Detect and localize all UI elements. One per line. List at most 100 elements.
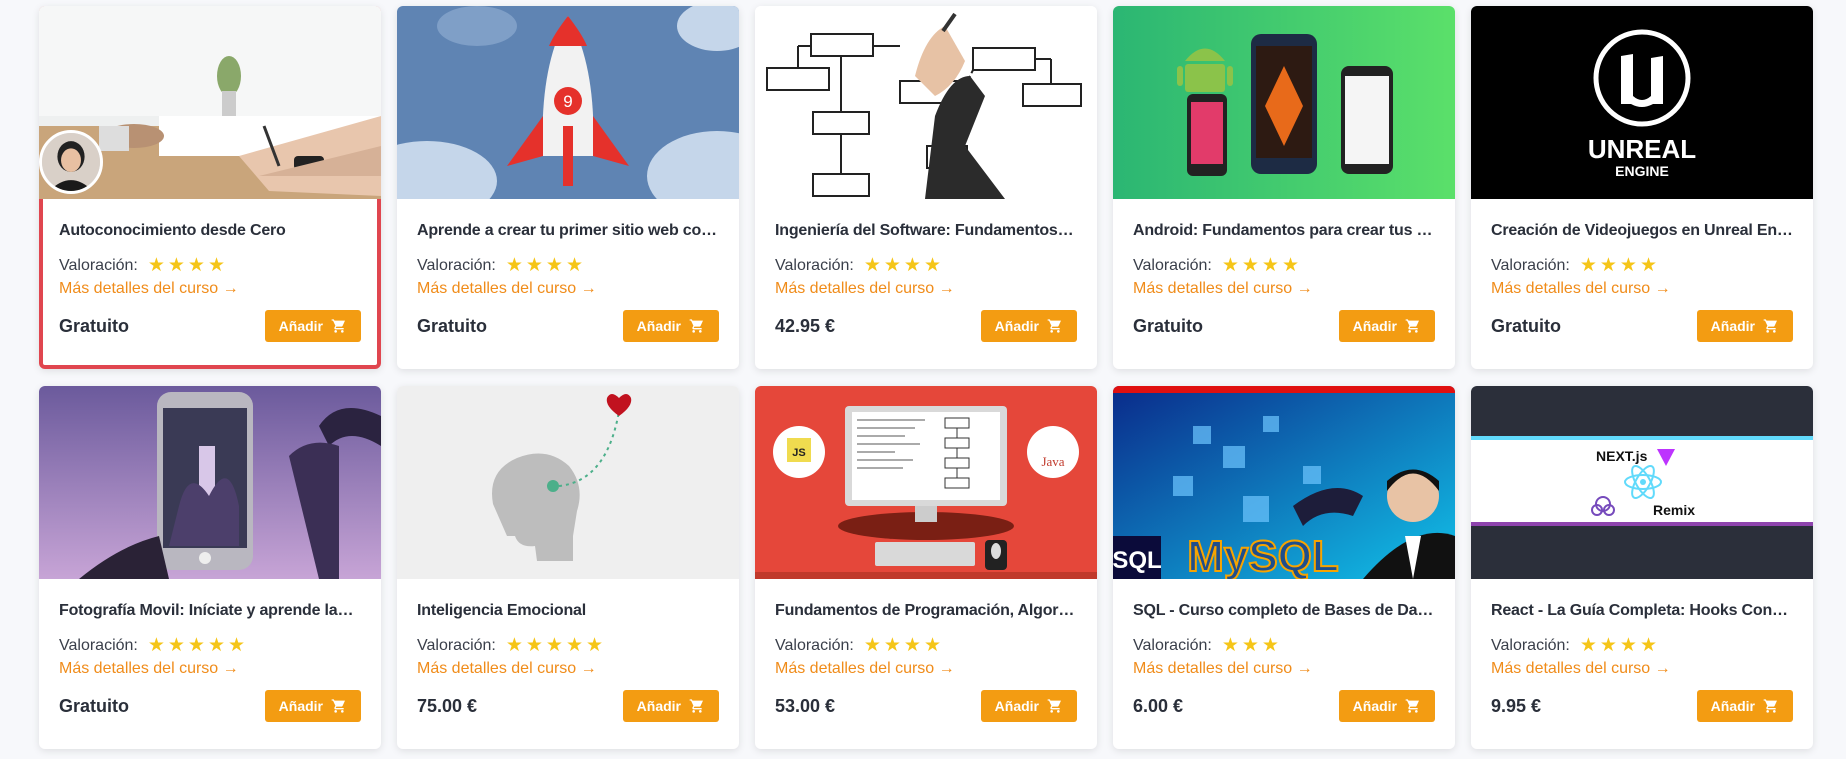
course-price: 53.00 €	[775, 695, 836, 716]
course-thumbnail[interactable]	[39, 386, 381, 579]
course-details-link[interactable]: Más detalles del curso →	[1491, 280, 1793, 298]
rating-stars: ★★★★	[863, 635, 944, 656]
cart-icon	[689, 319, 703, 333]
course-thumbnail[interactable]: JS Java	[755, 386, 1097, 579]
course-thumbnail[interactable]: NEXT.js Remix	[1471, 386, 1813, 579]
rating-row: Valoración: ★★★★	[59, 254, 361, 277]
course-price: Gratuito	[1133, 315, 1203, 336]
course-details-link[interactable]: Más detalles del curso →	[1133, 280, 1435, 298]
course-thumbnail[interactable]	[39, 6, 381, 199]
course-card[interactable]: Ingeniería del Software: Fundamentos de …	[755, 6, 1097, 369]
course-details-link[interactable]: Más detalles del curso →	[775, 280, 1077, 298]
rating-stars: ★★★★	[1579, 255, 1660, 276]
add-button-label: Añadir	[994, 698, 1039, 714]
course-title[interactable]: Fotografía Movil: Iníciate y aprende las…	[59, 602, 361, 620]
add-to-cart-button[interactable]: Añadir	[264, 690, 361, 722]
course-thumbnail[interactable]: SQL MySQL	[1113, 386, 1455, 579]
add-button-label: Añadir	[636, 698, 681, 714]
add-button-label: Añadir	[1710, 318, 1755, 334]
course-card[interactable]: Android: Fundamentos para crear tus prim…	[1113, 6, 1455, 369]
course-title[interactable]: Inteligencia Emocional	[417, 602, 719, 620]
rating-label: Valoración:	[1133, 636, 1212, 654]
course-thumbnail[interactable]	[397, 386, 739, 579]
mobile-photography-image	[39, 386, 381, 579]
course-thumbnail[interactable]: 9	[397, 6, 739, 199]
java-badge-icon	[1027, 426, 1079, 478]
course-grid: Autoconocimiento desde Cero Valoración: …	[39, 6, 1815, 749]
add-to-cart-button[interactable]: Añadir	[980, 690, 1077, 722]
course-price: Gratuito	[59, 695, 129, 716]
unreal-engine-image: UNREAL ENGINE	[1471, 6, 1813, 199]
course-details-link[interactable]: Más detalles del curso →	[417, 660, 719, 678]
rating-stars: ★★★★★	[147, 635, 249, 656]
rating-row: Valoración: ★★★★	[417, 254, 719, 277]
rating-label: Valoración:	[1491, 636, 1570, 654]
rating-stars: ★★★	[1221, 635, 1282, 656]
course-title[interactable]: Ingeniería del Software: Fundamentos de …	[775, 222, 1077, 240]
course-title[interactable]: Android: Fundamentos para crear tus prim…	[1133, 222, 1435, 240]
add-to-cart-button[interactable]: Añadir	[1338, 310, 1435, 342]
course-details-link[interactable]: Más detalles del curso →	[59, 660, 361, 678]
add-to-cart-button[interactable]: Añadir	[1696, 690, 1793, 722]
mysql-course-image: SQL MySQL	[1113, 386, 1455, 579]
course-card[interactable]: Fotografía Movil: Iníciate y aprende las…	[39, 386, 381, 749]
add-to-cart-button[interactable]: Añadir	[622, 310, 719, 342]
course-title[interactable]: Autoconocimiento desde Cero	[59, 222, 361, 240]
course-thumbnail[interactable]	[755, 6, 1097, 199]
cart-icon	[1763, 699, 1777, 713]
course-title[interactable]: Fundamentos de Programación, Algoritmo..…	[775, 602, 1077, 620]
course-price: 6.00 €	[1133, 695, 1184, 716]
android-phones-image	[1113, 6, 1455, 199]
rating-row: Valoración: ★★★★	[1491, 634, 1793, 657]
course-card[interactable]: JS Java Fundamentos de Programación, Alg…	[755, 386, 1097, 749]
course-details-link[interactable]: Más detalles del curso →	[1133, 660, 1435, 678]
course-card[interactable]: NEXT.js Remix React - La Guía Completa: …	[1471, 386, 1813, 749]
unreal-bottom-text: ENGINE	[1615, 163, 1669, 179]
course-price: 9.95 €	[1491, 695, 1542, 716]
add-to-cart-button[interactable]: Añadir	[622, 690, 719, 722]
course-card[interactable]: Autoconocimiento desde Cero Valoración: …	[39, 6, 381, 369]
add-to-cart-button[interactable]: Añadir	[264, 310, 361, 342]
add-to-cart-button[interactable]: Añadir	[1338, 690, 1435, 722]
course-card[interactable]: 9 Aprende a crear tu primer sitio web co…	[397, 6, 739, 369]
rating-row: Valoración: ★★★★★	[59, 634, 361, 657]
cart-icon	[331, 319, 345, 333]
rating-stars: ★★★★	[1221, 255, 1302, 276]
course-details-link[interactable]: Más detalles del curso →	[59, 280, 361, 298]
course-details-link[interactable]: Más detalles del curso →	[1491, 660, 1793, 678]
course-title[interactable]: Aprende a crear tu primer sitio web con …	[417, 222, 719, 240]
course-title[interactable]: SQL - Curso completo de Bases de Datos -…	[1133, 602, 1435, 620]
add-button-label: Añadir	[278, 698, 323, 714]
rating-stars: ★★★★	[1579, 635, 1660, 656]
course-card[interactable]: Inteligencia Emocional Valoración: ★★★★★…	[397, 386, 739, 749]
course-price: 75.00 €	[417, 695, 478, 716]
sql-text: SQL	[1113, 547, 1162, 574]
add-button-label: Añadir	[994, 318, 1039, 334]
course-details-link[interactable]: Más detalles del curso →	[775, 660, 1077, 678]
cart-icon	[331, 699, 345, 713]
course-thumbnail[interactable]: UNREAL ENGINE	[1471, 6, 1813, 199]
cart-icon	[1405, 699, 1419, 713]
rating-label: Valoración:	[417, 636, 496, 654]
add-button-label: Añadir	[1710, 698, 1755, 714]
instructor-avatar	[39, 130, 103, 194]
add-to-cart-button[interactable]: Añadir	[980, 310, 1077, 342]
js-badge-text: JS	[792, 447, 805, 459]
course-details-link[interactable]: Más detalles del curso →	[417, 280, 719, 298]
course-title[interactable]: React - La Guía Completa: Hooks Context …	[1491, 602, 1793, 620]
cart-icon	[1047, 319, 1061, 333]
add-to-cart-button[interactable]: Añadir	[1696, 310, 1793, 342]
cart-icon	[1047, 699, 1061, 713]
remix-text: Remix	[1653, 502, 1695, 518]
course-card[interactable]: SQL MySQL SQL - Curso completo de Bases …	[1113, 386, 1455, 749]
rating-row: Valoración: ★★★★	[775, 254, 1077, 277]
course-thumbnail[interactable]	[1113, 6, 1455, 199]
course-card[interactable]: UNREAL ENGINE Creación de Videojuegos en…	[1471, 6, 1813, 369]
head-heart-image	[397, 386, 739, 579]
next-text: NEXT.js	[1596, 448, 1648, 464]
unreal-top-text: UNREAL	[1588, 134, 1696, 164]
course-title[interactable]: Creación de Videojuegos en Unreal Engine…	[1491, 222, 1793, 240]
rating-row: Valoración: ★★★★	[775, 634, 1077, 657]
add-button-label: Añadir	[278, 318, 323, 334]
rating-label: Valoración:	[59, 256, 138, 274]
